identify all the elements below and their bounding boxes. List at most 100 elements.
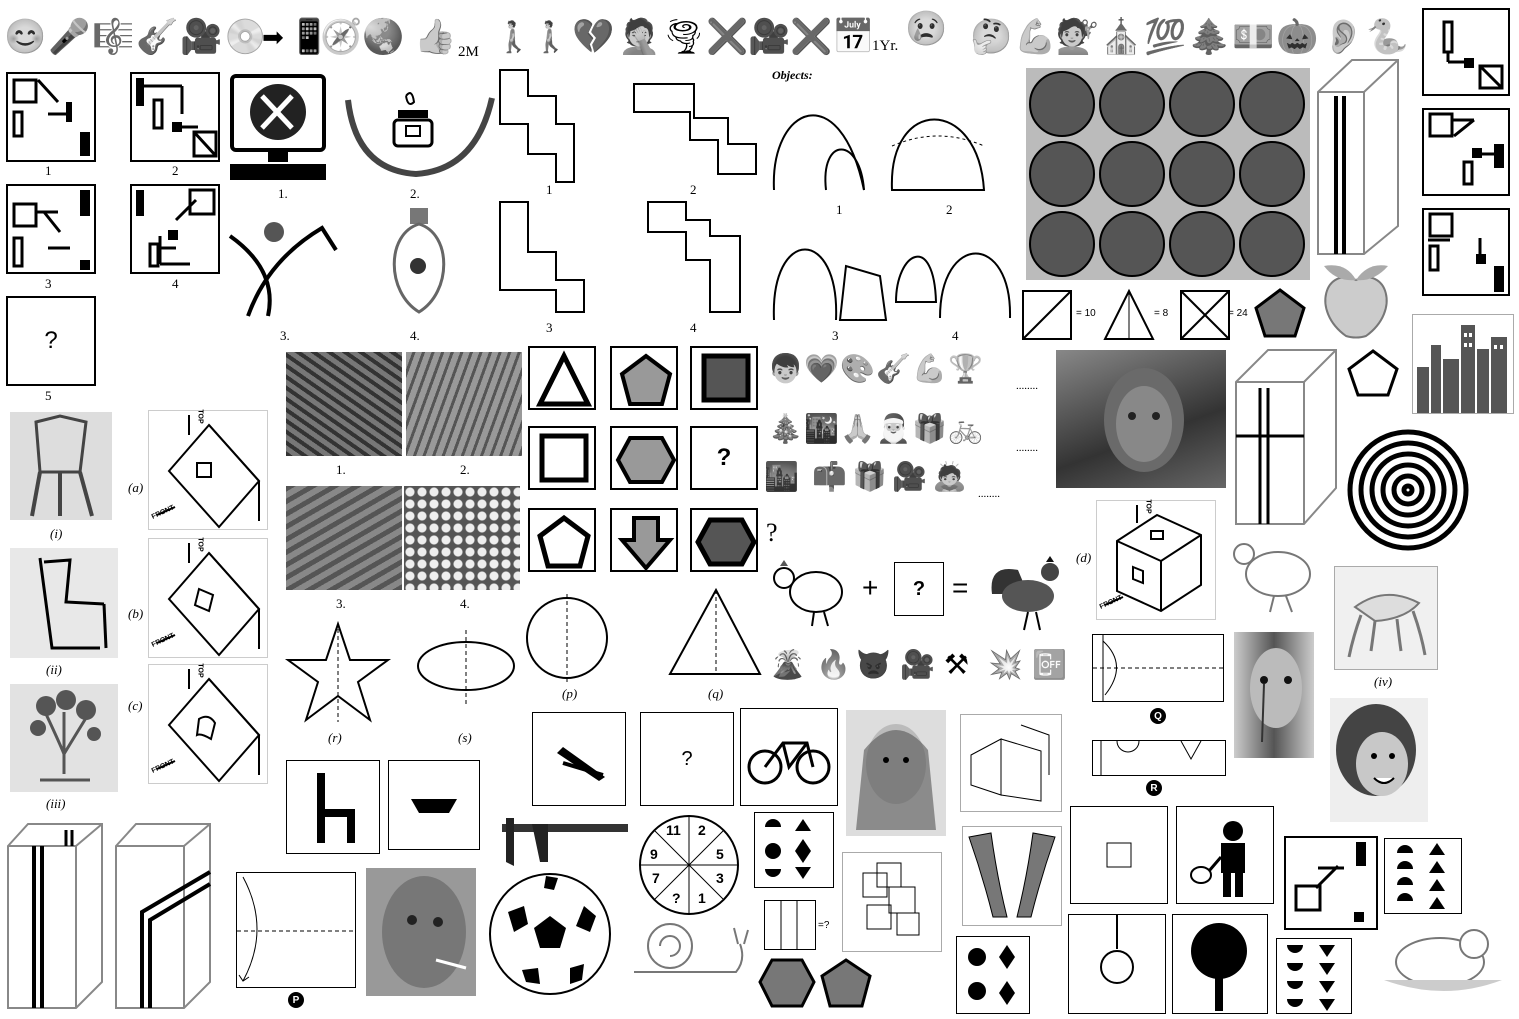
hammer-pick-icon: ⚒ bbox=[944, 650, 970, 681]
chair-silhouette-box bbox=[286, 760, 380, 854]
wheel-number: 5 bbox=[716, 846, 724, 862]
haircut-icon: 💇 bbox=[1056, 19, 1099, 56]
computer-tools-logo bbox=[230, 74, 326, 180]
wedge-top-label: TOP bbox=[196, 409, 204, 424]
objects-title: Objects: bbox=[772, 68, 813, 82]
matrix-hexagon-filled bbox=[610, 426, 678, 490]
step-shape-1 bbox=[499, 69, 575, 183]
symmetry-label-r: (r) bbox=[328, 730, 342, 745]
guitar-icon: 🎸 bbox=[136, 19, 179, 56]
blank-line: ........ bbox=[1016, 442, 1038, 454]
right-matrix-1 bbox=[1422, 8, 1510, 96]
ear-icon: 👂 bbox=[1322, 19, 1365, 56]
object-2 bbox=[890, 118, 986, 191]
money-icon: 💵 bbox=[1232, 19, 1275, 56]
matrix-square-filled bbox=[690, 346, 758, 410]
year-label: 1Yr. bbox=[872, 38, 899, 54]
chair-label-iii: (iii) bbox=[46, 796, 66, 811]
tall-box-bottom-left bbox=[7, 823, 103, 1009]
crying-face-drawing bbox=[1234, 632, 1314, 758]
snail-drawing bbox=[634, 923, 749, 973]
object-label-4: 4 bbox=[952, 328, 959, 343]
object-label-3: 3 bbox=[832, 328, 839, 343]
count-eq-2: = 8 bbox=[1154, 308, 1169, 319]
matrix-label-1: 1 bbox=[45, 163, 52, 178]
symmetry-label-p: (p) bbox=[562, 686, 578, 701]
movie-camera-icon: 🎥 bbox=[900, 650, 935, 681]
wedge-label-c: (c) bbox=[128, 698, 143, 713]
matrix-label-5: 5 bbox=[45, 388, 52, 403]
matrix-figure-1 bbox=[6, 72, 96, 162]
wheel-number: 7 bbox=[652, 870, 660, 886]
tall-box-cross bbox=[1235, 349, 1337, 525]
blank-line: ........ bbox=[978, 488, 1000, 500]
step-label-2: 2 bbox=[690, 182, 697, 197]
analogy-question-box: ? bbox=[640, 712, 734, 806]
logo-label-3: 3. bbox=[280, 328, 290, 343]
compass-icon: 🧭 bbox=[320, 19, 363, 56]
chair-label-ii: (ii) bbox=[46, 662, 62, 677]
question-mark: ? bbox=[44, 327, 58, 354]
matrix-square bbox=[528, 426, 596, 490]
logo-label-2: 2. bbox=[410, 186, 420, 201]
flexed-biceps-icon: 💪 bbox=[1014, 19, 1057, 56]
matrix-arrow-filled bbox=[610, 508, 678, 572]
count-eq-1: = 10 bbox=[1076, 308, 1096, 319]
explosion-icon: 💥 bbox=[988, 650, 1023, 681]
count-square-cross bbox=[1180, 290, 1230, 340]
christmas-tree-icon: 🎄 bbox=[768, 414, 803, 445]
wedge-top-label: TOP bbox=[196, 663, 204, 678]
equals-sign: = bbox=[952, 572, 969, 603]
crying-face-icon: 😢 bbox=[905, 11, 948, 48]
night-city-icon: 🌃 bbox=[804, 414, 839, 445]
question-mark: ? bbox=[716, 444, 732, 471]
wheel-number: 3 bbox=[716, 870, 724, 886]
texture-label-2: 2. bbox=[460, 462, 470, 477]
fold-figure-r bbox=[1092, 740, 1226, 776]
soccer-ball bbox=[489, 873, 611, 995]
wheel-circle bbox=[639, 815, 739, 915]
boy-icon: 👦 bbox=[768, 354, 803, 385]
heart-icon: 💗 bbox=[804, 354, 839, 385]
old-woman-photo bbox=[1056, 350, 1226, 488]
question-mark: ? bbox=[912, 577, 926, 600]
tornado-icon: 🌪 bbox=[662, 19, 706, 56]
hexagon-pentagon-pair bbox=[758, 958, 872, 1008]
fisheye-buildings bbox=[962, 826, 1062, 926]
object-label-2: 2 bbox=[946, 202, 953, 217]
hundred-points-icon: 💯 bbox=[1144, 19, 1187, 56]
right-matrix-bottom bbox=[1284, 836, 1378, 930]
logo-label-4: 4. bbox=[410, 328, 420, 343]
step-label-1: 1 bbox=[546, 182, 553, 197]
count-square-diagonal bbox=[1022, 290, 1072, 340]
cube-figure-d: TOP FRONT bbox=[1096, 499, 1216, 620]
cross-icon: ❌ bbox=[790, 19, 833, 56]
disc-icon: 💿 bbox=[224, 19, 267, 56]
cube-top-label: TOP bbox=[1144, 499, 1152, 514]
texture-label-4: 4. bbox=[460, 596, 470, 611]
bowing-person-icon: 🙇 bbox=[932, 462, 967, 493]
guitar-icon: 🎸 bbox=[876, 354, 911, 385]
trophy-icon: 🏆 bbox=[948, 354, 983, 385]
santa-icon: 🎅 bbox=[876, 414, 911, 445]
movie-camera-icon: 🎥 bbox=[892, 462, 927, 493]
texture-1 bbox=[286, 352, 402, 456]
praying-hands-icon: 🙏 bbox=[840, 414, 875, 445]
domino-pattern bbox=[956, 936, 1030, 1014]
step-shape-3 bbox=[499, 201, 585, 313]
tall-box-bent-stripe bbox=[115, 823, 212, 1009]
wedge-figure-b: TOP FRONT bbox=[148, 537, 268, 658]
symmetry-star bbox=[284, 620, 392, 723]
matrix-triangle bbox=[528, 346, 596, 410]
object-3 bbox=[772, 248, 888, 321]
child-photo bbox=[1330, 698, 1428, 822]
texture-label-3: 3. bbox=[336, 596, 346, 611]
church-icon: ⛪ bbox=[1100, 19, 1143, 56]
symmetry-circle bbox=[526, 594, 608, 682]
blank-line: ........ bbox=[1016, 380, 1038, 392]
broken-heart-icon: 💔 bbox=[572, 19, 615, 56]
pattern-box-4 bbox=[1276, 938, 1352, 1014]
fold-label-q: Q bbox=[1150, 708, 1166, 724]
texture-label-1: 1. bbox=[336, 462, 346, 477]
wedge-label-a: (a) bbox=[128, 480, 144, 495]
